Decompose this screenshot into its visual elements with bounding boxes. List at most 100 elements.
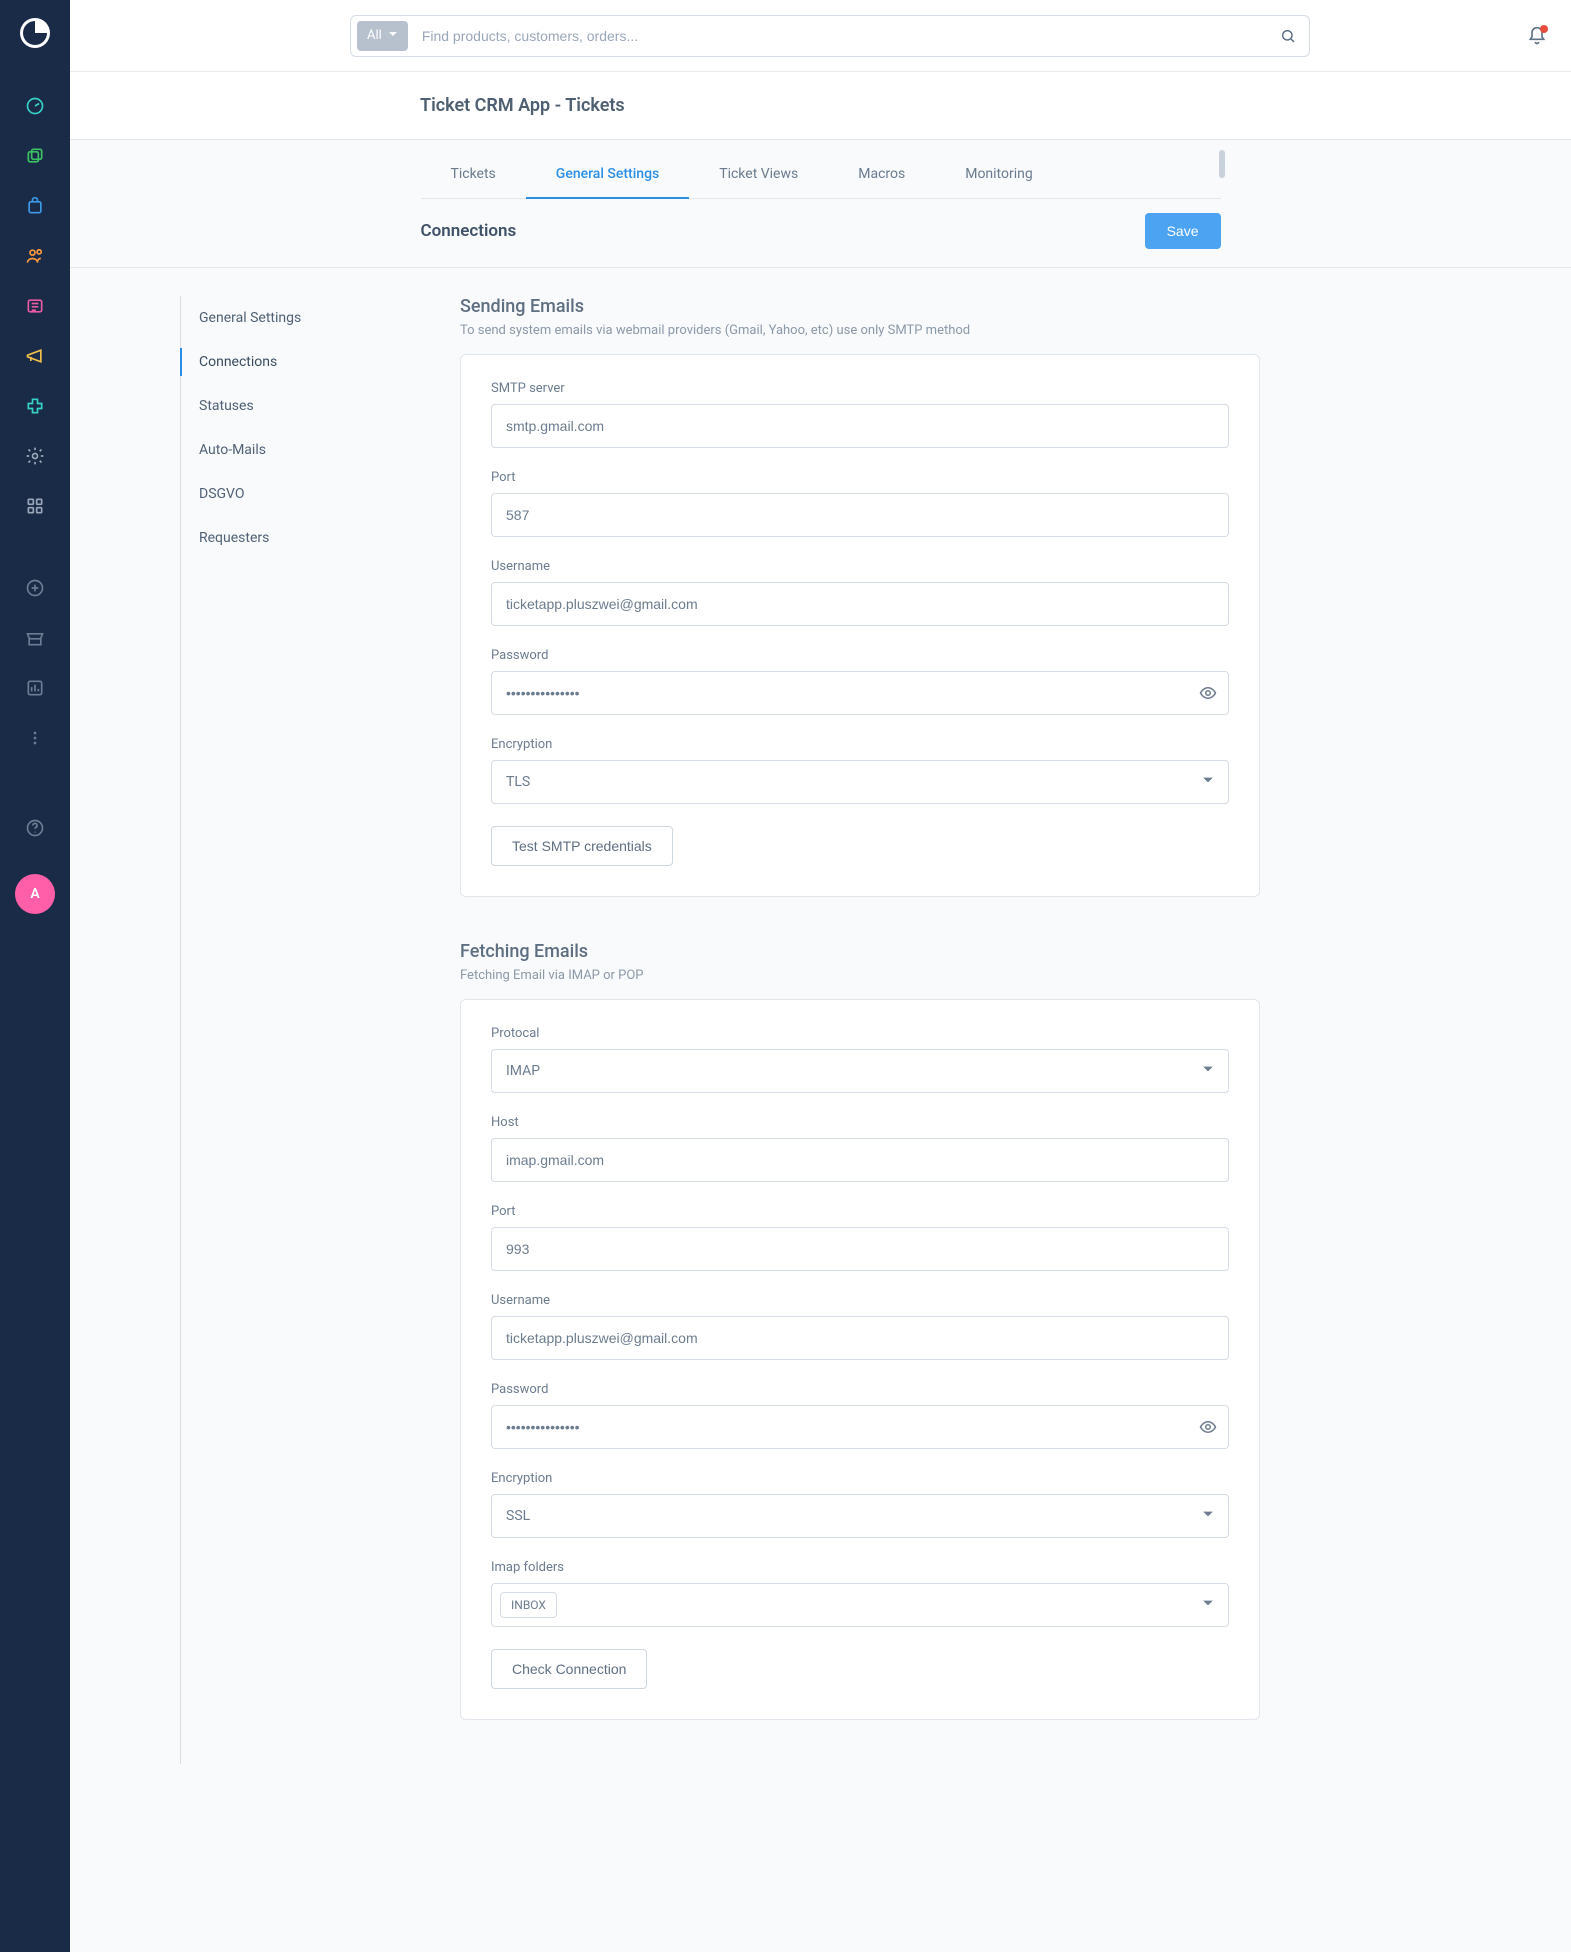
sidenav-dsgvo[interactable]: DSGVO xyxy=(181,472,420,516)
section-sending-title: Sending Emails xyxy=(460,296,1260,317)
topbar: All xyxy=(70,0,1571,72)
fetch-folders-label: Imap folders xyxy=(491,1560,1229,1575)
rail-more[interactable] xyxy=(13,716,57,760)
rail-add[interactable] xyxy=(13,566,57,610)
fetch-enc-label: Encryption xyxy=(491,1471,1229,1486)
save-button[interactable]: Save xyxy=(1145,213,1221,249)
tab-monitoring[interactable]: Monitoring xyxy=(935,154,1063,198)
test-smtp-button[interactable]: Test SMTP credentials xyxy=(491,826,673,866)
folder-chip-label: INBOX xyxy=(511,1598,546,1612)
fetch-proto-label: Protocal xyxy=(491,1026,1229,1041)
fetch-folders-select[interactable]: INBOX xyxy=(491,1583,1229,1627)
smtp-user-input[interactable] xyxy=(491,582,1229,626)
left-rail: A xyxy=(0,0,70,1952)
rail-dashboard[interactable] xyxy=(13,84,57,128)
rail-orders[interactable] xyxy=(13,184,57,228)
tab-label: Ticket Views xyxy=(719,166,798,182)
settings-sidenav: General Settings Connections Statuses Au… xyxy=(180,296,420,1764)
smtp-server-label: SMTP server xyxy=(491,381,1229,396)
search-icon[interactable] xyxy=(1267,28,1309,44)
main: All Ticket CRM App - Tickets Tickets Gen… xyxy=(70,0,1571,1952)
fetch-proto-select[interactable]: IMAP xyxy=(491,1049,1229,1093)
chevron-down-icon xyxy=(1202,1063,1214,1079)
section-fetching-title: Fetching Emails xyxy=(460,941,1260,962)
smtp-server-input[interactable] xyxy=(491,404,1229,448)
section-fetching-desc: Fetching Email via IMAP or POP xyxy=(460,968,1260,983)
rail-reports[interactable] xyxy=(13,666,57,710)
tabs-row: Tickets General Settings Ticket Views Ma… xyxy=(421,140,1221,199)
global-search: All xyxy=(350,15,1310,57)
tabs-area: Tickets General Settings Ticket Views Ma… xyxy=(70,140,1571,268)
fetch-host-input[interactable] xyxy=(491,1138,1229,1182)
fetch-user-input[interactable] xyxy=(491,1316,1229,1360)
tab-macros[interactable]: Macros xyxy=(828,154,935,198)
fetch-enc-select[interactable]: SSL xyxy=(491,1494,1229,1538)
notifications-button[interactable] xyxy=(1527,26,1547,46)
sidenav-item-label: DSGVO xyxy=(199,486,245,502)
sidenav-item-label: Auto-Mails xyxy=(199,442,266,458)
tabs-scrollbar[interactable] xyxy=(1219,150,1225,178)
fetch-port-label: Port xyxy=(491,1204,1229,1219)
smtp-pass-input[interactable] xyxy=(491,671,1229,715)
smtp-enc-value: TLS xyxy=(506,774,530,790)
tab-tickets[interactable]: Tickets xyxy=(421,154,526,198)
chevron-down-icon xyxy=(1202,774,1214,790)
tab-general-settings[interactable]: General Settings xyxy=(526,154,689,198)
eye-icon[interactable] xyxy=(1199,1418,1217,1436)
section-sending-desc: To send system emails via webmail provid… xyxy=(460,323,1260,338)
rail-apps[interactable] xyxy=(13,484,57,528)
sidenav-connections[interactable]: Connections xyxy=(181,340,420,384)
fetch-user-label: Username xyxy=(491,1293,1229,1308)
search-input[interactable] xyxy=(414,28,1267,44)
rail-settings[interactable] xyxy=(13,434,57,478)
smtp-pass-label: Password xyxy=(491,648,1229,663)
notification-dot-icon xyxy=(1540,25,1548,33)
rail-help[interactable] xyxy=(13,806,57,850)
folder-chip: INBOX xyxy=(500,1592,557,1618)
tab-label: General Settings xyxy=(556,166,659,182)
sending-card: SMTP server Port Username Password xyxy=(460,354,1260,897)
app-logo xyxy=(16,14,54,52)
sidenav-item-label: Connections xyxy=(199,354,277,370)
fetch-enc-value: SSL xyxy=(506,1508,530,1524)
body: General Settings Connections Statuses Au… xyxy=(70,268,1571,1844)
sidenav-statuses[interactable]: Statuses xyxy=(181,384,420,428)
subheader-title: Connections xyxy=(421,221,517,241)
tab-label: Tickets xyxy=(451,166,496,182)
fetch-pass-input[interactable] xyxy=(491,1405,1229,1449)
sidenav-auto-mails[interactable]: Auto-Mails xyxy=(181,428,420,472)
search-scope-label: All xyxy=(367,28,382,43)
rail-extensions[interactable] xyxy=(13,384,57,428)
rail-content[interactable] xyxy=(13,284,57,328)
tab-label: Monitoring xyxy=(965,166,1033,182)
smtp-enc-select[interactable]: TLS xyxy=(491,760,1229,804)
page-header: Ticket CRM App - Tickets xyxy=(70,72,1571,140)
chevron-down-icon xyxy=(1202,1597,1214,1613)
sidenav-requesters[interactable]: Requesters xyxy=(181,516,420,560)
avatar-initial: A xyxy=(30,886,39,902)
sidenav-general-settings[interactable]: General Settings xyxy=(181,296,420,340)
rail-catalogue[interactable] xyxy=(13,134,57,178)
content: Sending Emails To send system emails via… xyxy=(460,296,1260,1764)
search-scope-selector[interactable]: All xyxy=(357,21,408,51)
smtp-port-label: Port xyxy=(491,470,1229,485)
eye-icon[interactable] xyxy=(1199,684,1217,702)
fetch-port-input[interactable] xyxy=(491,1227,1229,1271)
fetching-card: Protocal IMAP Host Port Username xyxy=(460,999,1260,1720)
smtp-port-input[interactable] xyxy=(491,493,1229,537)
sidenav-item-label: Statuses xyxy=(199,398,254,414)
rail-store[interactable] xyxy=(13,616,57,660)
check-connection-button[interactable]: Check Connection xyxy=(491,1649,647,1689)
smtp-user-label: Username xyxy=(491,559,1229,574)
sidenav-item-label: General Settings xyxy=(199,310,301,326)
avatar[interactable]: A xyxy=(15,874,55,914)
chevron-down-icon xyxy=(1202,1508,1214,1524)
page-title: Ticket CRM App - Tickets xyxy=(420,95,625,116)
smtp-enc-label: Encryption xyxy=(491,737,1229,752)
tab-ticket-views[interactable]: Ticket Views xyxy=(689,154,828,198)
rail-customers[interactable] xyxy=(13,234,57,278)
fetch-proto-value: IMAP xyxy=(506,1063,540,1079)
fetch-pass-label: Password xyxy=(491,1382,1229,1397)
rail-marketing[interactable] xyxy=(13,334,57,378)
subheader: Connections Save xyxy=(421,199,1221,267)
